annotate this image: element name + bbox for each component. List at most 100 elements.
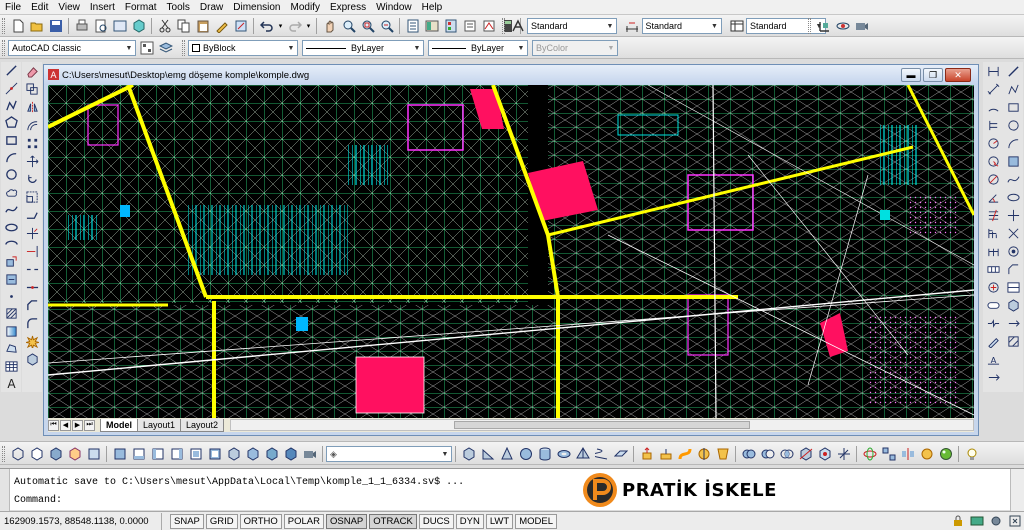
ducs-toggle[interactable]: DUCS (418, 513, 454, 529)
torus-icon[interactable] (555, 445, 573, 463)
named-view-dropdown[interactable]: ◈ ▼ (326, 446, 452, 462)
sphere-icon[interactable] (517, 445, 535, 463)
visual-style-manager-icon[interactable] (85, 445, 103, 463)
arc-length-icon[interactable] (985, 99, 1001, 115)
cone-icon[interactable] (498, 445, 516, 463)
zoom-previous-icon[interactable] (378, 17, 396, 35)
open-icon[interactable] (28, 17, 46, 35)
next-tab-icon[interactable]: ▶ (72, 419, 83, 431)
undo-dropdown-icon[interactable]: ▾ (277, 17, 285, 35)
command-window-grip[interactable] (0, 469, 10, 511)
close-button[interactable]: ✕ (945, 68, 971, 82)
ellipse-arc-icon[interactable] (3, 237, 19, 252)
tab-layout1[interactable]: Layout1 (137, 418, 182, 432)
circle-icon[interactable] (3, 167, 19, 182)
right-tool-16-icon[interactable] (1005, 333, 1021, 349)
restore-button[interactable]: ❐ (923, 68, 943, 82)
tab-layout2[interactable]: Layout2 (180, 418, 225, 432)
ordinate-icon[interactable] (985, 117, 1001, 133)
fillet-icon[interactable] (24, 315, 40, 331)
3d-dwf-icon[interactable] (130, 17, 148, 35)
region-icon[interactable] (3, 341, 19, 356)
block-editor-icon[interactable] (232, 17, 250, 35)
ucs-icon[interactable] (815, 17, 833, 35)
continue-icon[interactable] (985, 243, 1001, 259)
markup-icon[interactable] (480, 17, 498, 35)
ortho-toggle[interactable]: ORTHO (239, 513, 282, 529)
linear-dimension-icon[interactable] (985, 63, 1001, 79)
explode-icon[interactable] (24, 333, 40, 349)
toolbar-grip[interactable] (502, 18, 505, 34)
right-tool-10-icon[interactable] (1005, 225, 1021, 241)
snap-toggle[interactable]: SNAP (170, 513, 204, 529)
right-tool-6-icon[interactable] (1005, 153, 1021, 169)
design-center-icon[interactable] (423, 17, 441, 35)
text-style-dropdown[interactable]: Standard ▼ (527, 18, 617, 34)
tool-palettes-icon[interactable] (442, 17, 460, 35)
3d-mirror-icon[interactable] (899, 445, 917, 463)
zoom-window-icon[interactable] (359, 17, 377, 35)
view-iso-nw-icon[interactable] (282, 445, 300, 463)
table-style-icon[interactable] (728, 17, 746, 35)
view-iso-se-icon[interactable] (244, 445, 262, 463)
3d-move-icon[interactable] (835, 445, 853, 463)
slice-icon[interactable] (797, 445, 815, 463)
right-tool-8-icon[interactable] (1005, 189, 1021, 205)
subtract-icon[interactable] (759, 445, 777, 463)
menu-view[interactable]: View (53, 0, 85, 15)
quick-dimension-icon[interactable] (985, 207, 1001, 223)
zoom-realtime-icon[interactable] (340, 17, 358, 35)
inspection-icon[interactable] (985, 297, 1001, 313)
polygon-icon[interactable] (3, 115, 19, 130)
camera-view-icon[interactable] (301, 445, 319, 463)
polyline-icon[interactable] (3, 98, 19, 113)
dimension-update-icon[interactable] (985, 369, 1001, 385)
copy-object-icon[interactable] (24, 81, 40, 97)
make-block-icon[interactable] (3, 272, 19, 287)
menu-dimension[interactable]: Dimension (228, 0, 285, 15)
helix-icon[interactable] (593, 445, 611, 463)
dyn-toggle[interactable]: DYN (455, 513, 484, 529)
visual-style-conceptual-icon[interactable] (66, 445, 84, 463)
revolve-icon[interactable] (695, 445, 713, 463)
menu-modify[interactable]: Modify (286, 0, 325, 15)
table-icon[interactable] (3, 358, 19, 373)
command-scrollbar[interactable] (1010, 469, 1024, 511)
radius-icon[interactable] (985, 135, 1001, 151)
mirror-icon[interactable] (24, 99, 40, 115)
view-iso-ne-icon[interactable] (263, 445, 281, 463)
visual-style-hidden-icon[interactable] (28, 445, 46, 463)
command-prompt[interactable]: Command: (14, 495, 62, 506)
angular-icon[interactable] (985, 189, 1001, 205)
lights-icon[interactable] (963, 445, 981, 463)
properties-icon[interactable] (404, 17, 422, 35)
tray-settings-icon[interactable] (987, 512, 1005, 530)
pyramid-icon[interactable] (574, 445, 592, 463)
chamfer-icon[interactable] (24, 297, 40, 313)
toolbar-grip[interactable] (2, 446, 5, 462)
3d-align-icon[interactable] (816, 445, 834, 463)
orbit-icon[interactable] (834, 17, 852, 35)
menu-express[interactable]: Express (325, 0, 371, 15)
last-tab-icon[interactable]: ⏭ (84, 419, 95, 431)
visual-style-realistic-icon[interactable] (47, 445, 65, 463)
3d-box-icon[interactable] (24, 351, 40, 367)
new-icon[interactable] (9, 17, 27, 35)
wedge-icon[interactable] (479, 445, 497, 463)
view-left-icon[interactable] (149, 445, 167, 463)
right-tool-3-icon[interactable] (1005, 99, 1021, 115)
right-tool-1-icon[interactable] (1005, 63, 1021, 79)
erase-icon[interactable] (24, 63, 40, 79)
render-icon[interactable] (918, 445, 936, 463)
visual-style-wireframe-icon[interactable] (9, 445, 27, 463)
right-tool-2-icon[interactable] (1005, 81, 1021, 97)
view-iso-sw-icon[interactable] (225, 445, 243, 463)
extrude-icon[interactable] (638, 445, 656, 463)
model-toggle[interactable]: MODEL (515, 513, 557, 529)
clean-screen-icon[interactable] (1006, 512, 1024, 530)
lock-icon[interactable] (949, 512, 967, 530)
scale-icon[interactable] (24, 189, 40, 205)
workspace-settings-icon[interactable] (138, 39, 156, 57)
menu-help[interactable]: Help (417, 0, 448, 15)
drawing-title-bar[interactable]: A C:\Users\mesut\Desktop\emg döşeme komp… (44, 65, 978, 85)
